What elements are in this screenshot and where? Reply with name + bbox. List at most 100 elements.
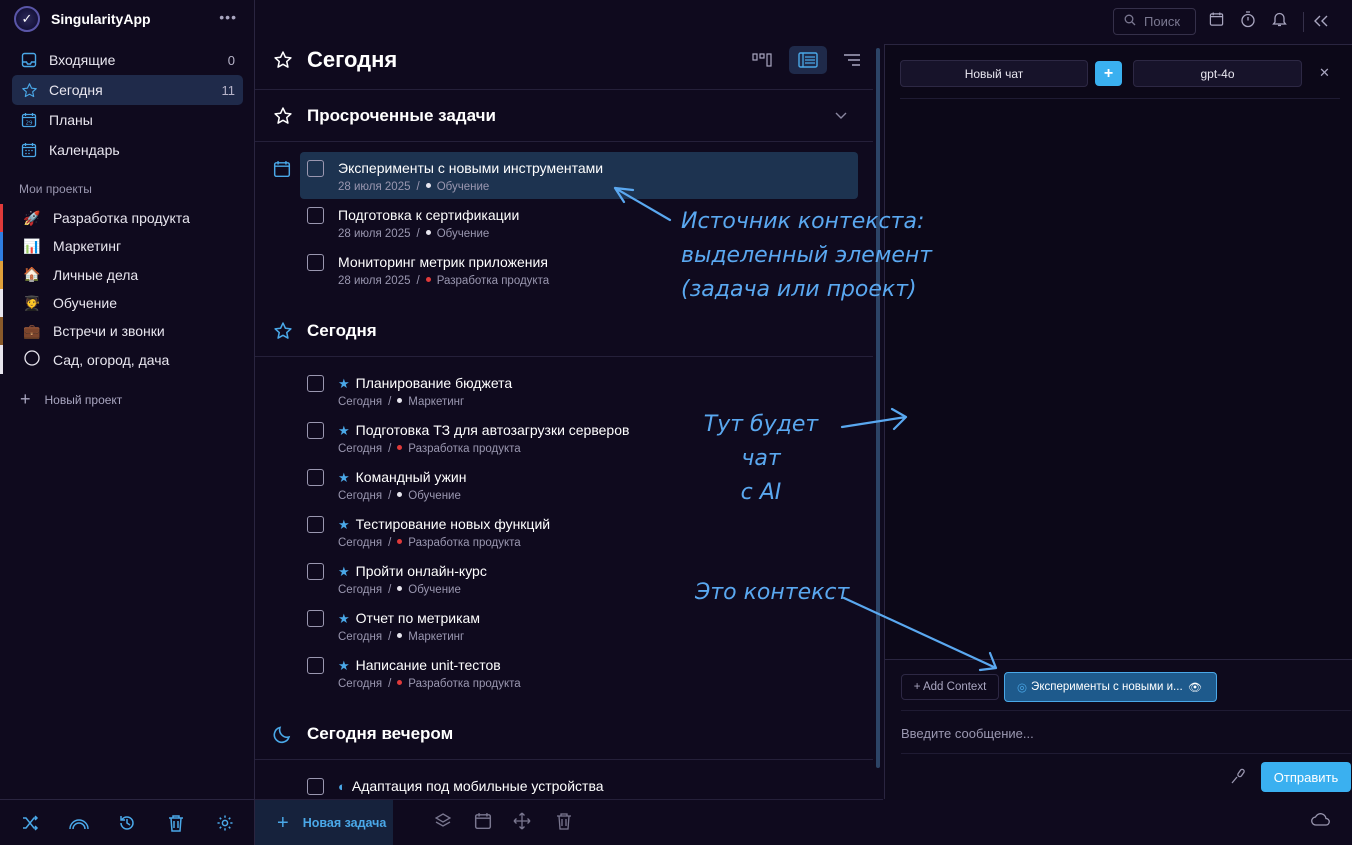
task-title-text: Тестирование новых функций [355,516,551,532]
task-checkbox[interactable] [307,375,324,392]
task-checkbox[interactable] [307,516,324,533]
nav-item-calendar[interactable]: Календарь [12,135,243,165]
task-checkbox[interactable] [307,422,324,439]
house-icon: 🏠 [23,266,41,283]
task-checkbox[interactable] [307,657,324,674]
rainbow-icon[interactable] [67,811,91,835]
chat-name-field[interactable]: Новый чат [900,60,1088,87]
moon-icon: ◐ [338,779,346,794]
new-task-button[interactable]: + Новая задача [255,800,393,845]
annotation-this-context: Это контекст [695,580,850,605]
task-title-text: Планирование бюджета [355,375,513,391]
project-item-product[interactable]: 🚀 Разработка продукта [0,204,254,233]
task-meta: Сегодня / Разработка продукта [338,443,521,455]
context-chip-label: Эксперименты с новыми и... [1031,681,1183,693]
sidebar-footer [0,799,255,845]
task-meta: 28 июля 2025/Обучение [338,181,490,193]
calendar-icon[interactable] [1209,11,1224,30]
project-item-learning[interactable]: 🧑‍🎓 Обучение [0,288,254,318]
eye-icon[interactable]: 👁 [1188,681,1202,694]
projects-section-label: Мои проекты [19,182,92,196]
nav-label: Сегодня [49,82,103,98]
history-icon[interactable] [115,811,139,835]
close-icon[interactable]: ✕ [1319,65,1330,81]
project-item-personal[interactable]: 🏠 Личные дела [0,260,254,289]
chevron-down-icon[interactable] [835,109,847,123]
microphone-icon[interactable] [1231,768,1245,787]
timer-icon[interactable] [1240,11,1256,31]
task-checkbox[interactable] [307,469,324,486]
calendar-icon[interactable] [474,812,492,833]
task-item[interactable]: ★ Планирование бюджета Сегодня / Маркетинг [300,367,858,414]
task-checkbox[interactable] [307,563,324,580]
svg-text:29: 29 [26,121,33,127]
calendar-icon [20,141,38,159]
task-item-selected[interactable]: Эксперименты с новыми инструментами 28 и… [300,152,858,199]
new-project-button[interactable]: + Новый проект [20,389,122,410]
trash-icon[interactable] [164,811,188,835]
app-logo-icon[interactable]: ✓ [14,6,40,32]
annotation-arrow [842,596,998,672]
settings-gear-icon[interactable] [213,811,237,835]
group-title: Сегодня [307,320,377,340]
task-date: Сегодня [338,443,383,455]
star-icon [273,321,293,344]
star-icon [20,81,38,99]
task-title-text: Отчет по метрикам [355,610,480,626]
task-project: Разработка продукта [408,443,521,455]
project-dot [397,633,403,639]
project-label: Обучение [53,295,118,312]
task-meta: Сегодня / Маркетинг [338,396,465,408]
nav-item-today[interactable]: Сегодня 11 [12,75,243,105]
task-date: 28 июля 2025 [338,228,411,240]
task-checkbox[interactable] [307,778,324,795]
task-item[interactable]: ★ Написание unit-тестов Сегодня / Разработка… [300,649,858,696]
move-icon[interactable] [513,812,531,833]
collapse-panel-icon[interactable] [1314,14,1328,30]
add-context-button[interactable]: + Add Context [901,674,999,700]
group-overdue-header[interactable]: Просроченные задачи [255,90,873,142]
group-today-header[interactable]: Сегодня [255,305,873,357]
star-icon: ★ [338,423,350,438]
task-checkbox[interactable] [307,207,324,224]
task-item[interactable]: ◐ Адаптация под мобильные устройства [300,770,858,798]
message-input[interactable]: Введите сообщение... [901,726,1034,741]
task-title: ★ Подготовка ТЗ для автозагрузки серверов [338,422,629,439]
moon-icon [273,724,293,747]
task-title: Эксперименты с новыми инструментами [338,160,604,176]
annotation-arrow [613,186,672,222]
trash-icon[interactable] [556,812,572,833]
project-item-meetings[interactable]: 💼 Встречи и звонки [0,317,254,346]
context-chip[interactable]: ◎ Эксперименты с новыми и... 👁 [1004,672,1217,702]
cloud-sync-icon[interactable] [1311,812,1331,829]
sort-filter-icon[interactable] [833,46,871,74]
model-select[interactable]: gpt-4o [1133,60,1302,87]
calendar-icon[interactable] [273,160,291,181]
task-title: ★ Пройти онлайн-курс [338,563,487,580]
more-menu-icon[interactable]: ••• [219,9,237,25]
task-item[interactable]: ★ Тестирование новых функций Сегодня / Разра… [300,508,858,555]
new-chat-button[interactable]: + [1095,61,1122,86]
task-project: Обучение [408,490,461,502]
project-item-garden[interactable]: Сад, огород, дача [0,345,254,374]
task-project: Маркетинг [408,631,465,643]
nav-item-inbox[interactable]: Входящие 0 [12,45,243,75]
annotation-line: (задача или проект) [681,277,917,302]
nav-item-plans[interactable]: 29 Планы [12,105,243,135]
project-item-marketing[interactable]: 📊 Маркетинг [0,232,254,261]
search-input[interactable]: Поиск [1113,8,1196,35]
send-button[interactable]: Отправить [1261,762,1351,792]
task-title: ◐ Адаптация под мобильные устройства [338,778,604,794]
task-checkbox[interactable] [307,160,324,177]
task-title: ★ Тестирование новых функций [338,516,550,533]
group-title: Просроченные задачи [307,105,496,125]
shuffle-icon[interactable] [18,811,42,835]
layers-icon[interactable] [434,812,452,833]
task-checkbox[interactable] [307,254,324,271]
plus-icon: + [20,389,31,409]
list-view-icon[interactable] [789,46,827,74]
kanban-view-icon[interactable] [743,46,781,74]
bell-icon[interactable] [1272,11,1287,30]
task-checkbox[interactable] [307,610,324,627]
group-evening-header[interactable]: Сегодня вечером [255,708,873,760]
